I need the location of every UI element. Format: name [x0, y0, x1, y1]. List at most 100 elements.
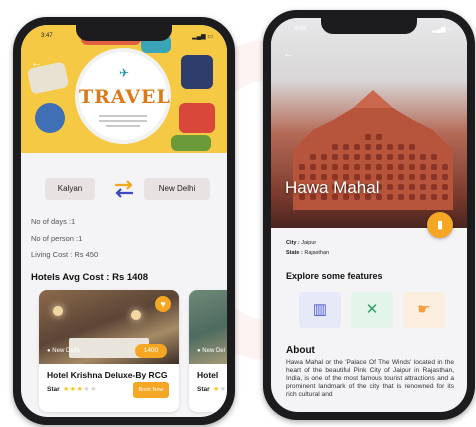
- hotel-location-text: New Del: [202, 348, 225, 354]
- phone-notch: [76, 23, 172, 41]
- city-label: City :: [286, 240, 300, 246]
- days-info: No of days :1: [31, 217, 76, 226]
- palace-window: [354, 164, 360, 170]
- palace-window: [343, 144, 349, 150]
- palace-window: [420, 194, 426, 200]
- hotel-location: ● New Del: [197, 348, 225, 354]
- palace-window: [398, 174, 404, 180]
- palace-window: [365, 134, 371, 140]
- star-rating: ★★★★★: [63, 385, 97, 393]
- palace-window: [376, 134, 382, 140]
- airplane-icon: ✈: [119, 66, 130, 80]
- palace-window: [398, 164, 404, 170]
- palace-window: [409, 194, 415, 200]
- palace-window: [442, 174, 448, 180]
- hotel-location-text: New Delhi: [52, 348, 80, 354]
- hotels-avg-cost-heading: Hotels Avg Cost : Rs 1408: [31, 272, 149, 283]
- hotel-location: ● New Delhi: [47, 348, 80, 354]
- palace-window: [442, 184, 448, 190]
- book-now-button[interactable]: Book Now: [133, 382, 169, 398]
- palace-window: [420, 174, 426, 180]
- palace-window: [321, 154, 327, 160]
- hotel-card[interactable]: ● New Del Hotel Star ★★★★★: [189, 290, 227, 412]
- palace-window: [387, 184, 393, 190]
- state-value: Rajasthan: [304, 250, 330, 256]
- hero-text-lines: [99, 112, 147, 130]
- lamp-deco: [53, 306, 63, 316]
- phone-notch: [321, 16, 417, 34]
- star-label: Star: [47, 386, 60, 393]
- hotel-name: Hotel Krishna Deluxe-By RCG: [47, 370, 168, 380]
- palace-window: [376, 164, 382, 170]
- palace-window: [409, 184, 415, 190]
- palace-window: [420, 164, 426, 170]
- palace-window: [431, 184, 437, 190]
- about-heading: About: [286, 345, 315, 356]
- screen-travel-planner: 3:47 ▂▄▆ ▭ ✈ TRAVEL ← Kalyan New Delhi N…: [21, 25, 227, 417]
- route-selector: Kalyan New Delhi: [21, 178, 227, 202]
- bookmark-fab-icon[interactable]: ▮: [427, 212, 453, 238]
- status-icons: ▂▄▆ ▭: [192, 34, 213, 40]
- palace-window: [431, 174, 437, 180]
- palace-window: [354, 154, 360, 160]
- status-time: 4:05: [295, 26, 307, 32]
- palace-window: [420, 154, 426, 160]
- palace-window: [431, 164, 437, 170]
- star-filled-icon: ★: [213, 386, 220, 393]
- travel-hero-banner: ✈ TRAVEL: [21, 25, 227, 153]
- palace-window: [420, 184, 426, 190]
- palace-window: [387, 194, 393, 200]
- star-label: Star: [197, 386, 210, 393]
- palace-window: [387, 154, 393, 160]
- screen-place-details: 4:05 ▂▄▆ ▭ ← Hawa Mahal ▮ City : Jaipur …: [271, 18, 467, 412]
- back-arrow-icon[interactable]: ←: [283, 48, 294, 60]
- star-filled-icon: ★: [69, 386, 77, 393]
- star-filled-icon: ★: [63, 386, 70, 393]
- palace-window: [398, 194, 404, 200]
- hotel-name: Hotel: [197, 370, 219, 380]
- hero-title: TRAVEL: [79, 86, 171, 108]
- state-info: State : Rajasthan: [286, 250, 329, 256]
- swap-arrows-icon[interactable]: [113, 179, 135, 199]
- palace-window: [365, 164, 371, 170]
- star-empty-icon: ★: [220, 386, 227, 393]
- palace-window: [376, 154, 382, 160]
- hotel-card[interactable]: ♥ ● New Delhi 1400 Hotel Krishna Deluxe-…: [39, 290, 179, 412]
- back-arrow-icon[interactable]: ←: [31, 57, 42, 69]
- star-empty-icon: ★: [90, 386, 97, 393]
- globe-deco: [35, 103, 65, 133]
- place-title: Hawa Mahal: [285, 178, 380, 197]
- phone-place-details: 4:05 ▂▄▆ ▭ ← Hawa Mahal ▮ City : Jaipur …: [263, 10, 475, 420]
- palace-window: [310, 164, 316, 170]
- palace-window: [321, 164, 327, 170]
- feature-hand-icon[interactable]: ☛: [403, 292, 445, 328]
- feature-tools-icon[interactable]: ✕: [351, 292, 393, 328]
- palace-window: [387, 144, 393, 150]
- explore-features-heading: Explore some features: [286, 271, 383, 281]
- city-info: City : Jaipur: [286, 240, 316, 246]
- palace-window: [343, 164, 349, 170]
- phone-travel-planner: 3:47 ▂▄▆ ▭ ✈ TRAVEL ← Kalyan New Delhi N…: [13, 17, 235, 425]
- palace-window: [398, 184, 404, 190]
- feature-building-icon[interactable]: ▥: [299, 292, 341, 328]
- lamp-deco: [131, 310, 141, 320]
- palace-window: [365, 144, 371, 150]
- palace-window: [409, 174, 415, 180]
- palace-window: [387, 174, 393, 180]
- palace-window: [442, 164, 448, 170]
- destination-chip[interactable]: New Delhi: [144, 178, 210, 200]
- origin-chip[interactable]: Kalyan: [45, 178, 95, 200]
- living-cost-info: Living Cost : Rs 450: [31, 250, 99, 259]
- favorite-heart-icon[interactable]: ♥: [155, 296, 171, 312]
- palace-window: [310, 154, 316, 160]
- palace-window: [354, 144, 360, 150]
- palace-window: [365, 154, 371, 160]
- palace-window: [442, 194, 448, 200]
- palace-window: [409, 144, 415, 150]
- palace-window: [398, 154, 404, 160]
- palace-window: [409, 164, 415, 170]
- star-rating: ★★★★★: [213, 385, 227, 393]
- palace-window: [332, 144, 338, 150]
- palace-window: [299, 164, 305, 170]
- state-label: State :: [286, 250, 303, 256]
